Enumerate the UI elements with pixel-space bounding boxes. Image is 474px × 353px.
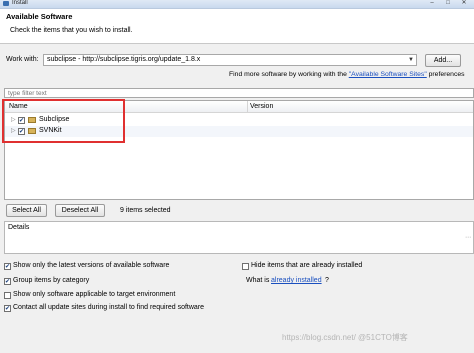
target-env-checkbox[interactable]: [4, 292, 11, 299]
option-label: Hide items that are already installed: [251, 262, 363, 269]
page-title: Available Software: [6, 12, 73, 21]
resize-grip-icon[interactable]: ⋯: [465, 234, 471, 241]
find-more-prefix: Find more software by working with the: [229, 71, 349, 78]
selected-count: 9 items selected: [120, 207, 171, 214]
option-label: Show only software applicable to target …: [13, 291, 176, 298]
option-label: Show only the latest versions of availab…: [13, 262, 170, 269]
wizard-header: Available Software Check the items that …: [0, 9, 474, 44]
chevron-down-icon[interactable]: ▼: [406, 55, 416, 65]
add-site-button[interactable]: Add...: [425, 54, 461, 67]
details-label: Details: [8, 224, 30, 231]
close-icon[interactable]: ✕: [458, 0, 470, 7]
find-more-suffix: preferences: [426, 71, 465, 78]
find-more-text: Find more software by working with the "…: [229, 71, 465, 78]
group-category-checkbox[interactable]: ✔: [4, 278, 11, 285]
deselect-all-button[interactable]: Deselect All: [55, 204, 105, 217]
work-with-combo[interactable]: subclipse - http://subclipse.tigris.org/…: [43, 54, 417, 66]
details-panel: Details ⋯: [4, 221, 474, 254]
latest-versions-checkbox[interactable]: ✔: [4, 263, 11, 270]
work-with-value: subclipse - http://subclipse.tigris.org/…: [47, 56, 201, 63]
column-header-version[interactable]: Version: [250, 103, 273, 110]
column-divider[interactable]: [247, 101, 248, 112]
already-installed-link[interactable]: already installed: [271, 277, 322, 284]
option-label: Group items by category: [13, 277, 90, 284]
what-is-suffix: ?: [325, 277, 329, 284]
available-software-sites-link[interactable]: "Available Software Sites": [349, 71, 427, 78]
install-icon: [3, 1, 9, 6]
minimize-icon[interactable]: –: [426, 0, 438, 7]
option-label: Contact all update sites during install …: [13, 304, 205, 311]
window-title: Install: [12, 0, 28, 6]
contact-sites-checkbox[interactable]: ✔: [4, 305, 11, 312]
select-all-button[interactable]: Select All: [6, 204, 47, 217]
work-with-label: Work with:: [6, 56, 39, 63]
filter-field[interactable]: [4, 88, 474, 98]
watermark: https://blog.csdn.net/ @51CTO博客: [282, 333, 408, 342]
highlight-annotation: [2, 99, 125, 143]
page-description: Check the items that you wish to install…: [10, 27, 133, 34]
window-titlebar: Install – □ ✕: [0, 0, 474, 9]
maximize-icon[interactable]: □: [442, 0, 454, 7]
what-is-prefix: What is: [246, 277, 270, 284]
hide-installed-checkbox[interactable]: [242, 263, 249, 270]
filter-input[interactable]: [5, 89, 473, 97]
